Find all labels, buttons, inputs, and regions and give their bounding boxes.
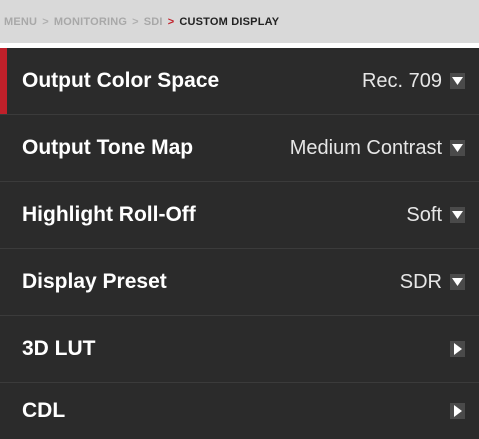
menu-row-value: SDR (399, 270, 442, 293)
chevron-right-icon[interactable] (450, 341, 465, 357)
menu-row-highlight-roll-off[interactable]: Highlight Roll-Off Soft (0, 182, 479, 248)
menu-row-label: Output Tone Map (22, 136, 194, 159)
menu-row-value: Soft (406, 203, 442, 226)
custom-display-screen: MENU > MONITORING > SDI > CUSTOM DISPLAY… (0, 0, 479, 439)
menu-row-display-preset[interactable]: Display Preset SDR (0, 249, 479, 315)
menu-list: Output Color Space Rec. 709 Output Tone … (0, 48, 479, 439)
menu-row-output-color-space[interactable]: Output Color Space Rec. 709 (0, 48, 479, 114)
menu-row-label: 3D LUT (22, 337, 96, 360)
menu-row-label: Display Preset (22, 270, 167, 293)
chevron-down-icon[interactable] (450, 274, 465, 290)
selection-marker (0, 48, 7, 114)
breadcrumb-separator: > (167, 15, 175, 28)
breadcrumb-item-menu[interactable]: MENU (4, 16, 37, 28)
chevron-down-icon[interactable] (450, 140, 465, 156)
menu-row-label: Output Color Space (22, 69, 220, 92)
breadcrumb-separator: > (42, 15, 49, 28)
menu-row-label: CDL (22, 399, 66, 422)
breadcrumb-item-custom-display: CUSTOM DISPLAY (179, 15, 280, 28)
breadcrumb-item-monitoring[interactable]: MONITORING (54, 16, 127, 28)
breadcrumb-separator: > (132, 15, 139, 28)
breadcrumb-item-sdi[interactable]: SDI (144, 16, 163, 28)
menu-row-value: Medium Contrast (289, 136, 442, 159)
menu-row-3d-lut[interactable]: 3D LUT (0, 316, 479, 382)
chevron-down-icon[interactable] (450, 73, 465, 89)
menu-row-output-tone-map[interactable]: Output Tone Map Medium Contrast (0, 115, 479, 181)
breadcrumb: MENU > MONITORING > SDI > CUSTOM DISPLAY (0, 0, 479, 43)
chevron-right-icon[interactable] (450, 403, 465, 419)
menu-row-label: Highlight Roll-Off (22, 203, 196, 226)
menu-row-value: Rec. 709 (361, 69, 442, 92)
menu-row-cdl[interactable]: CDL (0, 383, 479, 439)
chevron-down-icon[interactable] (450, 207, 465, 223)
